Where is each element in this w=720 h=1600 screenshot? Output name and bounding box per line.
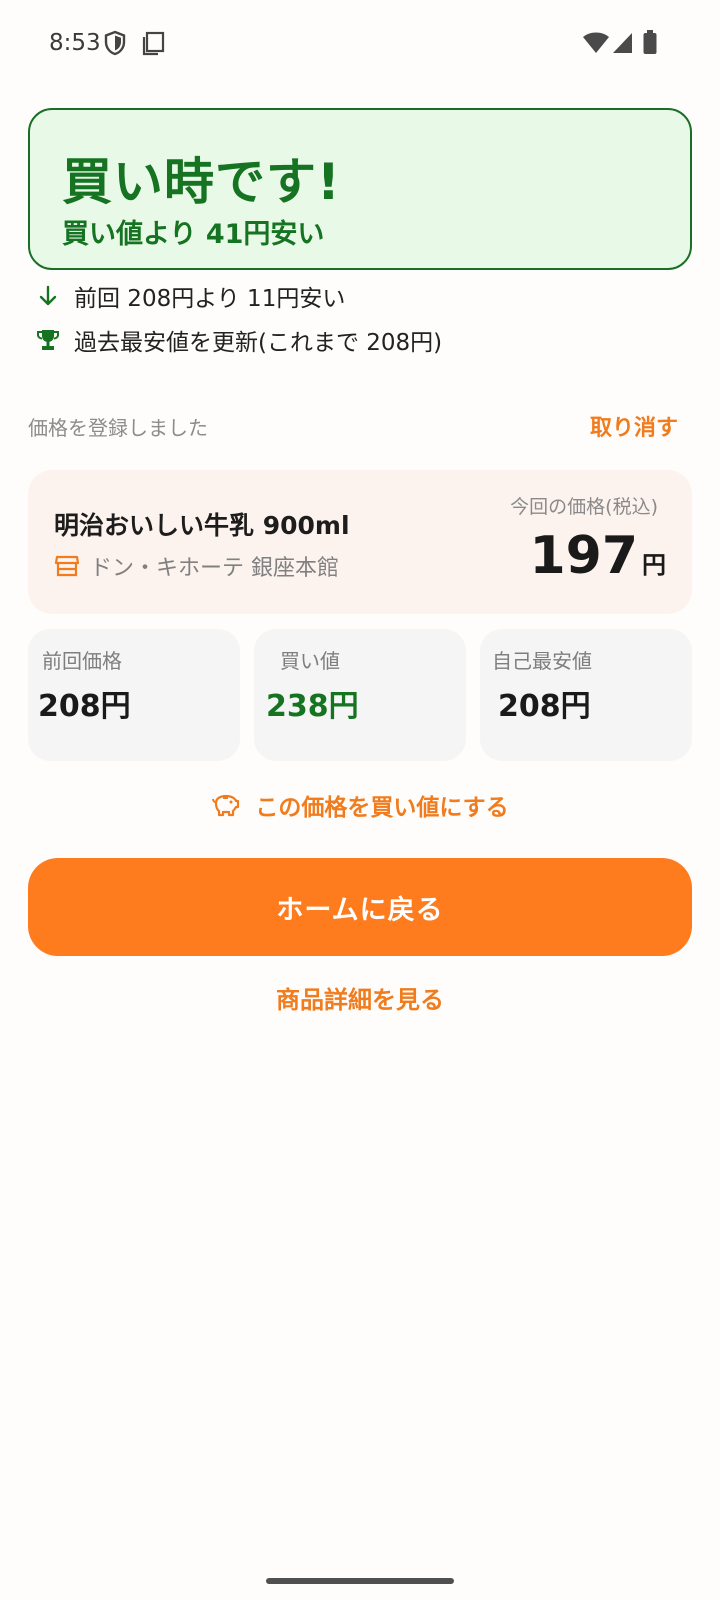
cancel-button[interactable]: 取り消す	[590, 410, 678, 442]
battery-icon	[642, 29, 658, 59]
stat-value: 208円	[38, 689, 131, 724]
signal-icon	[612, 31, 634, 59]
store-row: ドン・キホーテ 銀座本館	[54, 550, 339, 582]
stat-card-lowest-price: 自己最安値 208円	[480, 629, 692, 761]
record-low-text: 過去最安値を更新(これまで 208円)	[74, 330, 443, 356]
previous-price-diff: 前回 208円より 11円安い	[36, 278, 345, 314]
screenshot-icon	[141, 30, 165, 60]
banner-title: 買い時です!	[62, 153, 341, 211]
current-price-value: 197	[529, 526, 638, 586]
home-button-label: ホームに戻る	[276, 894, 444, 925]
good-time-banner: 買い時です! 買い値より 41円安い	[28, 108, 692, 270]
wifi-icon	[582, 31, 610, 59]
product-card: 明治おいしい牛乳 900ml ドン・キホーテ 銀座本館 今回の価格(税込) 19…	[28, 470, 692, 614]
status-time: 8:53	[49, 30, 101, 56]
current-price-label: 今回の価格(税込)	[510, 496, 658, 518]
stat-card-target-price: 買い値 238円	[254, 629, 466, 761]
home-button[interactable]: ホームに戻る	[28, 858, 692, 956]
current-price: 197 円	[529, 526, 666, 586]
product-details-link[interactable]: 商品詳細を見る	[0, 980, 720, 1015]
stat-card-previous-price: 前回価格 208円	[28, 629, 240, 761]
stat-label: 買い値	[280, 649, 340, 673]
price-registered-screen: 8:53 買い時です! 買い値より 41円安い 前回 208円より 11円安い	[0, 0, 720, 1600]
stat-value: 208円	[498, 689, 591, 724]
stat-label: 自己最安値	[492, 649, 592, 673]
shield-icon	[104, 30, 126, 60]
set-target-price-button[interactable]: この価格を買い値にする	[0, 788, 720, 822]
arrow-down-icon	[36, 284, 60, 308]
banner-subtitle: 買い値より 41円安い	[62, 219, 325, 250]
piggy-bank-icon	[211, 790, 241, 820]
gesture-navigation-bar[interactable]	[266, 1578, 454, 1584]
store-name: ドン・キホーテ 銀座本館	[90, 556, 339, 581]
set-target-label: この価格を買い値にする	[255, 795, 509, 821]
previous-diff-text: 前回 208円より 11円安い	[74, 286, 346, 312]
store-icon	[54, 553, 80, 579]
current-price-unit: 円	[642, 551, 666, 579]
record-low-notice: 過去最安値を更新(これまで 208円)	[36, 322, 442, 358]
status-bar: 8:53	[0, 0, 720, 90]
trophy-icon	[36, 328, 60, 352]
stat-value: 238円	[266, 689, 359, 724]
registered-message: 価格を登録しました	[28, 416, 208, 440]
product-name: 明治おいしい牛乳 900ml	[54, 511, 350, 540]
stat-label: 前回価格	[42, 649, 122, 673]
